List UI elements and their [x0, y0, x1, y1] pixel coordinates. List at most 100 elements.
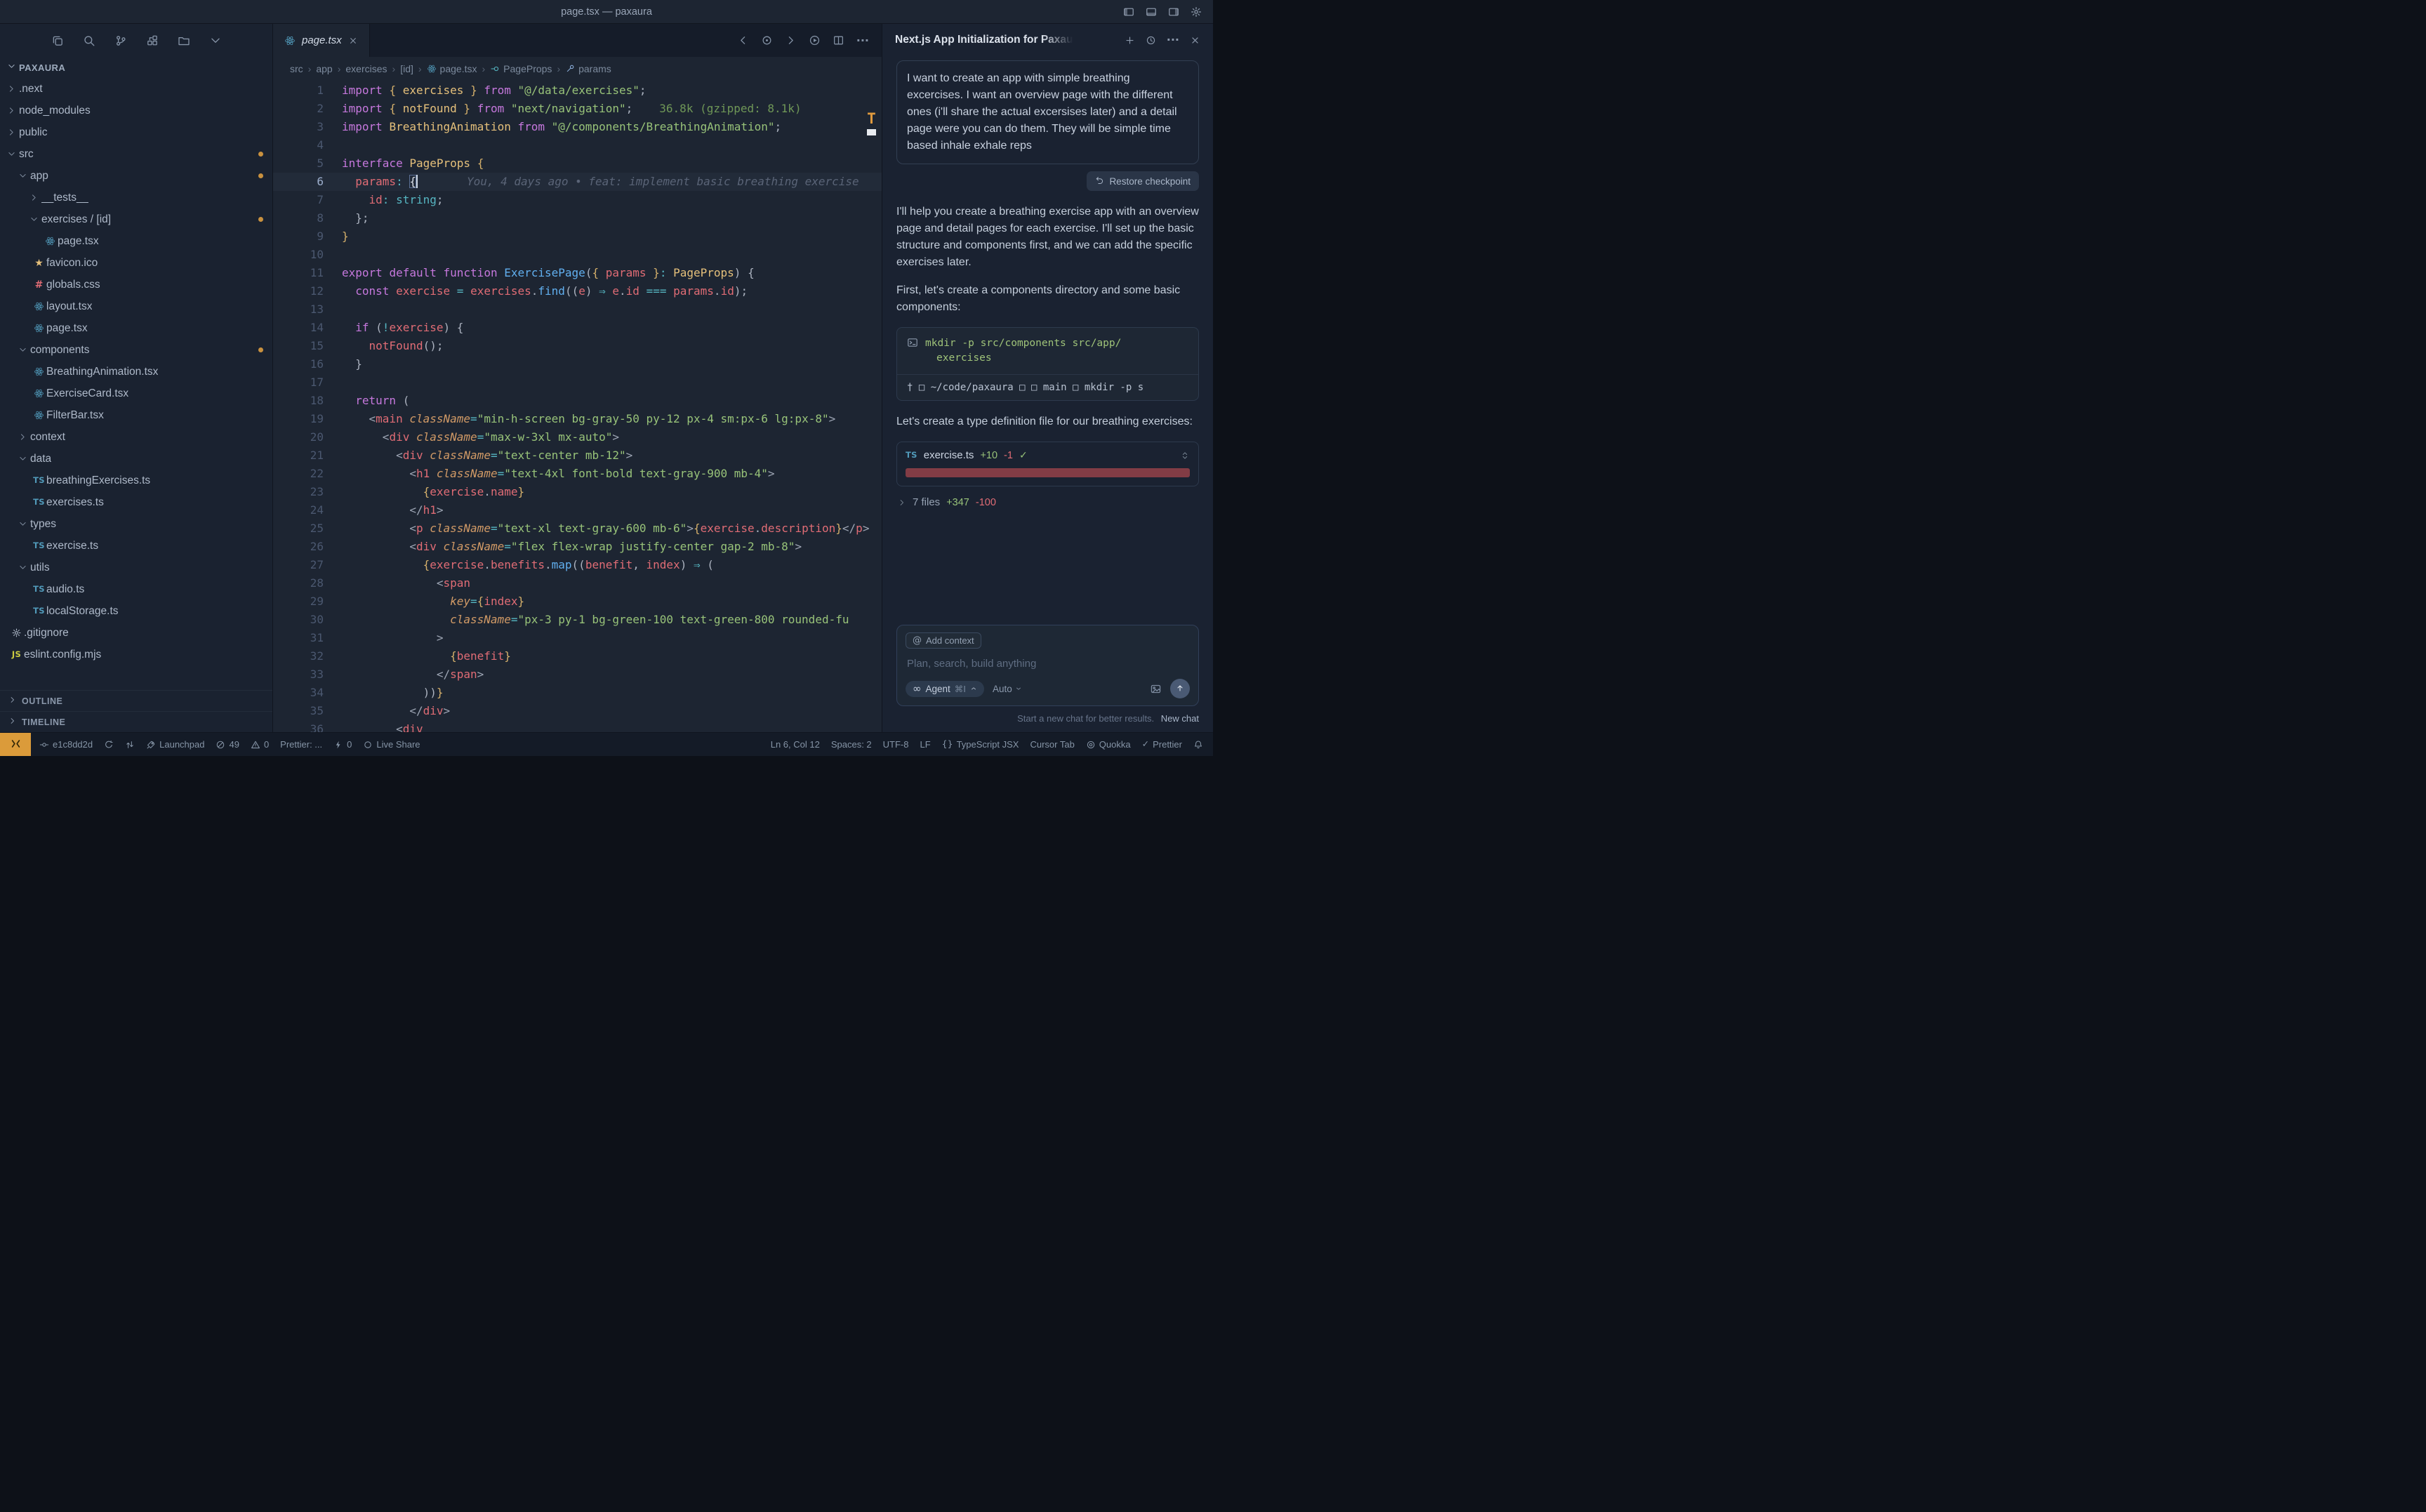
tree-item-eslint-config-mjs[interactable]: JSeslint.config.mjs — [0, 644, 272, 665]
nav-forward-icon[interactable] — [785, 34, 797, 46]
model-selector[interactable]: Auto — [993, 684, 1022, 694]
search-icon[interactable] — [83, 34, 95, 47]
code-line-36[interactable]: 36 <div — [273, 720, 882, 732]
status-compare[interactable] — [125, 740, 135, 750]
close-icon[interactable] — [1190, 35, 1200, 46]
tree-item-audio-ts[interactable]: TSaudio.ts — [0, 578, 272, 600]
nav-back-icon[interactable] — [737, 34, 749, 46]
tree-item-data[interactable]: data — [0, 448, 272, 470]
add-context-chip[interactable]: @ Add context — [906, 632, 981, 649]
code-line-17[interactable]: 17 — [273, 373, 882, 392]
code-line-7[interactable]: 7 id: string; — [273, 191, 882, 209]
restore-checkpoint-button[interactable]: Restore checkpoint — [1087, 171, 1199, 191]
image-icon[interactable] — [1150, 683, 1162, 695]
code-line-31[interactable]: 31 > — [273, 629, 882, 647]
code-line-4[interactable]: 4 — [273, 136, 882, 154]
extensions-icon[interactable] — [146, 34, 159, 47]
tree-item-exercisecard-tsx[interactable]: ExerciseCard.tsx — [0, 383, 272, 404]
code-line-9[interactable]: 9} — [273, 227, 882, 246]
breadcrumb-app[interactable]: app — [316, 63, 332, 74]
files-summary[interactable]: 7 files +347 -100 — [896, 495, 1199, 512]
tree-item-breathingexercises-ts[interactable]: TSbreathingExercises.ts — [0, 470, 272, 491]
target-icon[interactable] — [761, 34, 773, 46]
status-prettier[interactable]: Prettier: ... — [280, 739, 322, 750]
outline-section[interactable]: OUTLINE — [0, 690, 272, 711]
code-line-26[interactable]: 26 <div className="flex flex-wrap justif… — [273, 538, 882, 556]
breadcrumb-exercises[interactable]: exercises — [345, 63, 387, 74]
tree-item-public[interactable]: public — [0, 121, 272, 143]
status-spaces-2[interactable]: Spaces: 2 — [831, 739, 872, 750]
code-line-28[interactable]: 28 <span — [273, 574, 882, 592]
tree-item-app[interactable]: app — [0, 165, 272, 187]
code-line-11[interactable]: 11export default function ExercisePage({… — [273, 264, 882, 282]
status-commit[interactable]: e1c8dd2d — [39, 739, 93, 750]
code-line-32[interactable]: 32 {benefit} — [273, 647, 882, 665]
status-circle[interactable]: Live Share — [363, 739, 420, 750]
code-line-35[interactable]: 35 </div> — [273, 702, 882, 720]
tree-item-favicon-ico[interactable]: ★favicon.ico — [0, 252, 272, 274]
tree-item-types[interactable]: types — [0, 513, 272, 535]
code-line-30[interactable]: 30 className="px-3 py-1 bg-green-100 tex… — [273, 611, 882, 629]
run-icon[interactable] — [809, 34, 821, 46]
agent-mode-selector[interactable]: ∞ Agent ⌘I — [906, 681, 984, 697]
status-bell[interactable] — [1193, 740, 1203, 750]
status-utf-8[interactable]: UTF-8 — [883, 739, 909, 750]
tree-item-exercises-id[interactable]: exercises / [id] — [0, 208, 272, 230]
more-icon[interactable]: ··· — [856, 35, 869, 46]
tree-item-filterbar-tsx[interactable]: FilterBar.tsx — [0, 404, 272, 426]
status-sync[interactable] — [104, 740, 114, 750]
code-line-22[interactable]: 22 <h1 className="text-4xl font-bold tex… — [273, 465, 882, 483]
tree-item-gitignore[interactable]: .gitignore — [0, 622, 272, 644]
code-line-25[interactable]: 25 <p className="text-xl text-gray-600 m… — [273, 519, 882, 538]
status-error[interactable]: 49 — [216, 739, 239, 750]
code-line-19[interactable]: 19 <main className="min-h-screen bg-gray… — [273, 410, 882, 428]
tree-item-components[interactable]: components — [0, 339, 272, 361]
status-cursor-tab[interactable]: Cursor Tab — [1030, 739, 1074, 750]
code-line-1[interactable]: 1import { exercises } from "@/data/exerc… — [273, 81, 882, 100]
code-line-29[interactable]: 29 key={index} — [273, 592, 882, 611]
more-icon[interactable]: ··· — [1167, 34, 1179, 46]
tree-item-exercises-ts[interactable]: TSexercises.ts — [0, 491, 272, 513]
status-ln-6-col-12[interactable]: Ln 6, Col 12 — [771, 739, 820, 750]
explorer-header[interactable]: PAXAURA — [0, 57, 272, 78]
terminal-card[interactable]: mkdir -p src/components src/app/ exercis… — [896, 327, 1199, 401]
send-button[interactable] — [1170, 679, 1190, 698]
copy-icon[interactable] — [51, 34, 64, 47]
code-line-34[interactable]: 34 ))} — [273, 684, 882, 702]
code-line-14[interactable]: 14 if (!exercise) { — [273, 319, 882, 337]
tree-item-page-tsx[interactable]: page.tsx — [0, 317, 272, 339]
layout-bottom-icon[interactable] — [1146, 6, 1157, 18]
code-line-16[interactable]: 16 } — [273, 355, 882, 373]
source-control-icon[interactable] — [114, 34, 127, 47]
tree-item-globals-css[interactable]: #globals.css — [0, 274, 272, 296]
status-quokka[interactable]: Quokka — [1086, 739, 1131, 750]
history-icon[interactable] — [1146, 35, 1156, 46]
tree-item-next[interactable]: .next — [0, 78, 272, 100]
split-icon[interactable] — [833, 34, 844, 46]
tree-item-localstorage-ts[interactable]: TSlocalStorage.ts — [0, 600, 272, 622]
status-rocket[interactable]: Launchpad — [146, 739, 204, 750]
code-line-21[interactable]: 21 <div className="text-center mb-12"> — [273, 446, 882, 465]
status-warning[interactable]: 0 — [251, 739, 269, 750]
files-icon[interactable] — [178, 34, 190, 47]
code-line-24[interactable]: 24 </h1> — [273, 501, 882, 519]
tree-item-exercise-ts[interactable]: TSexercise.ts — [0, 535, 272, 557]
status-zap[interactable]: 0 — [333, 739, 352, 750]
tree-item-page-tsx[interactable]: page.tsx — [0, 230, 272, 252]
tree-item-tests[interactable]: __tests__ — [0, 187, 272, 208]
breadcrumb-params[interactable]: params — [565, 63, 611, 74]
code-line-12[interactable]: 12 const exercise = exercises.find((e) ⇒… — [273, 282, 882, 300]
tree-item-breathinganimation-tsx[interactable]: BreathingAnimation.tsx — [0, 361, 272, 383]
code-line-27[interactable]: 27 {exercise.benefits.map((benefit, inde… — [273, 556, 882, 574]
tree-item-utils[interactable]: utils — [0, 557, 272, 578]
breadcrumb-page-tsx[interactable]: page.tsx — [427, 63, 477, 74]
layout-left-icon[interactable] — [1123, 6, 1134, 18]
breadcrumb-id[interactable]: [id] — [400, 63, 413, 74]
timeline-section[interactable]: TIMELINE — [0, 711, 272, 732]
gear-icon[interactable] — [1191, 6, 1202, 18]
code-line-6[interactable]: 6 params: {You, 4 days ago • feat: imple… — [273, 173, 882, 191]
status-braces[interactable]: {}TypeScript JSX — [942, 739, 1019, 750]
tree-item-node-modules[interactable]: node_modules — [0, 100, 272, 121]
code-line-13[interactable]: 13 — [273, 300, 882, 319]
composer-input[interactable]: Plan, search, build anything — [907, 658, 1188, 670]
